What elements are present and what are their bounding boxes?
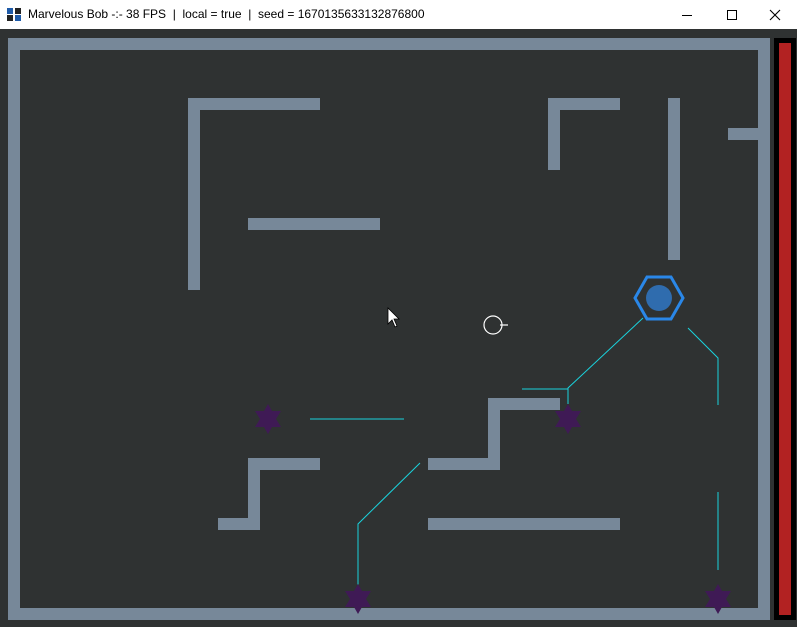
maximize-icon: [727, 9, 737, 20]
laser-beams: [310, 317, 719, 586]
laser-beam: [567, 317, 644, 404]
player-core-icon: [646, 285, 672, 311]
wall-segment: [548, 98, 560, 170]
health-bar: [774, 38, 796, 620]
window-title: Marvelous Bob -:- 38 FPS | local = true …: [28, 7, 425, 21]
interior-walls: [188, 98, 762, 530]
wall-segment: [188, 98, 320, 110]
health-bar-fill: [779, 43, 791, 615]
wall-segment: [218, 518, 260, 530]
game-viewport[interactable]: [0, 29, 797, 627]
crosshair-icon: [483, 315, 508, 335]
mouse-cursor-icon: [387, 307, 400, 328]
minimize-icon: [682, 14, 692, 16]
maximize-button[interactable]: [709, 0, 755, 29]
wall-bottom: [8, 608, 770, 620]
wall-segment: [668, 98, 680, 260]
wall-segment: [728, 128, 762, 140]
minimize-button[interactable]: [664, 0, 710, 29]
wall-segment: [428, 518, 620, 530]
wall-segment: [188, 98, 200, 290]
laser-beam: [357, 462, 421, 586]
wall-segment: [248, 218, 380, 230]
laser-beam: [687, 327, 719, 405]
wall-right: [758, 38, 770, 620]
close-icon: [769, 9, 781, 20]
game-scene: [8, 38, 796, 620]
wall-left: [8, 38, 20, 620]
enemy-star-icon: [255, 404, 281, 434]
player: [633, 275, 685, 321]
close-button[interactable]: [752, 0, 797, 29]
wall-segment: [428, 458, 500, 470]
boundary-walls: [8, 38, 770, 620]
title-bar[interactable]: Marvelous Bob -:- 38 FPS | local = true …: [0, 0, 797, 29]
wall-top: [8, 38, 770, 50]
app-icon: [7, 8, 21, 21]
